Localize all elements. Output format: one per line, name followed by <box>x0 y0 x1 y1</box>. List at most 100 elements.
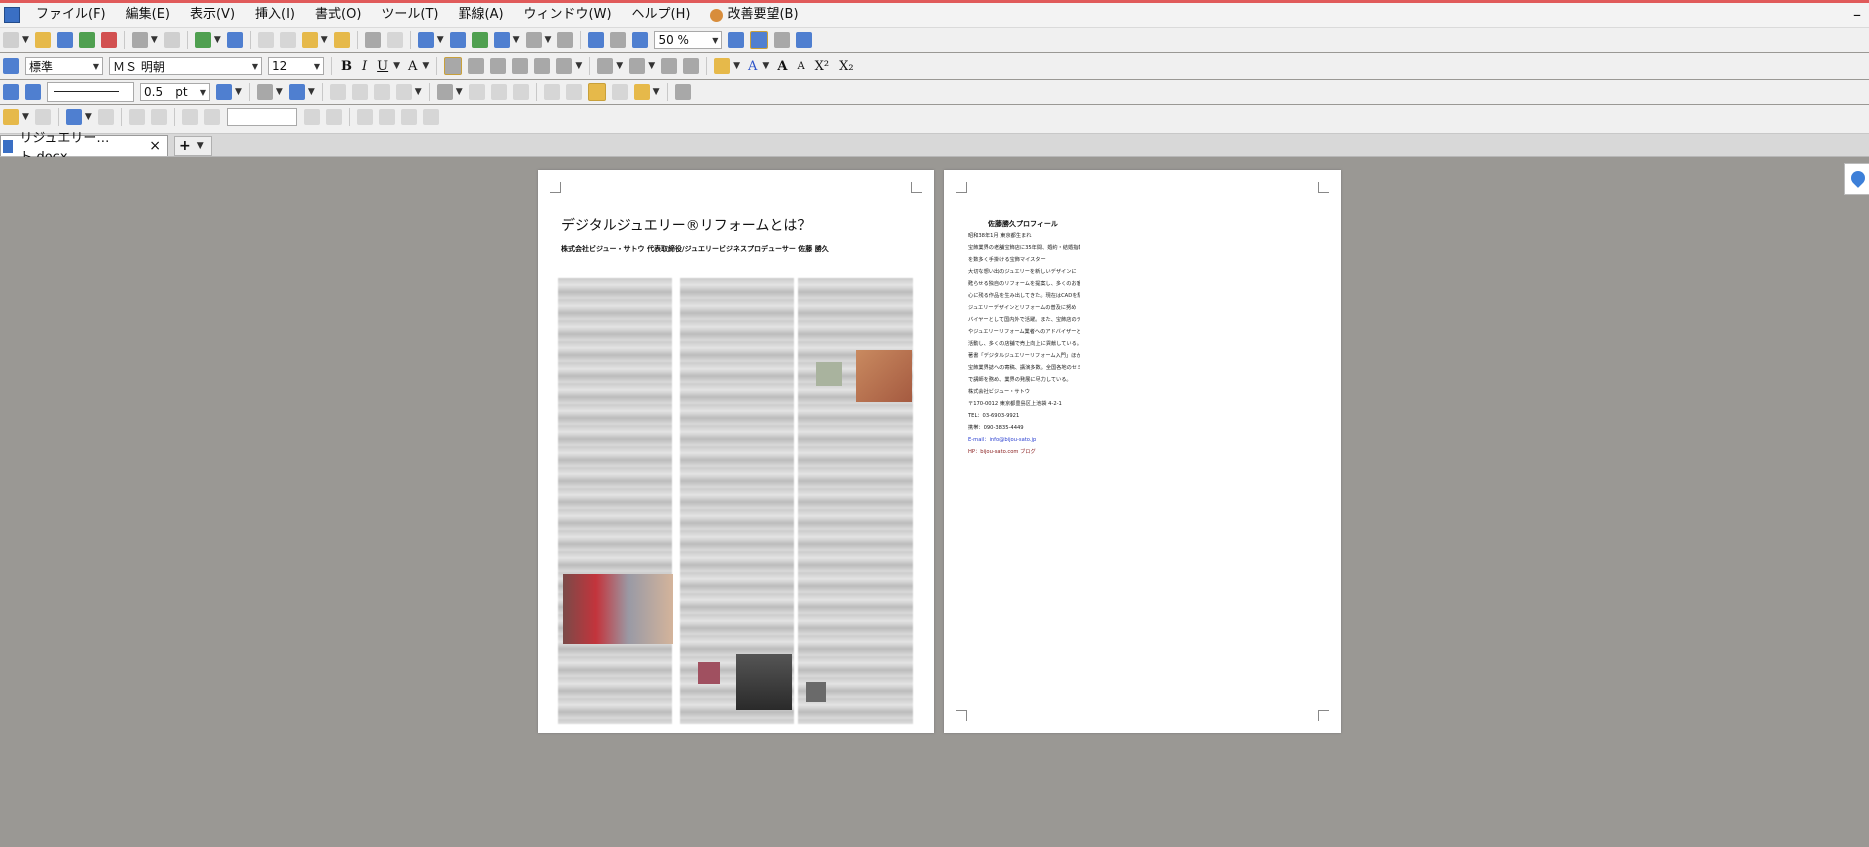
document-page-1[interactable]: デジタルジュエリー®リフォームとは？ 株式会社ビジュー・サトウ 代表取締役/ジュ… <box>538 170 934 733</box>
underline-dropdown-icon[interactable]: ▼ <box>393 61 400 71</box>
paste-dropdown-icon[interactable]: ▼ <box>321 35 328 45</box>
table-dropdown-icon[interactable]: ▼ <box>437 35 444 45</box>
cut-icon[interactable] <box>279 32 296 48</box>
page-view-2-icon[interactable] <box>378 109 395 125</box>
pdf-icon[interactable] <box>100 32 117 48</box>
columns-icon[interactable] <box>525 32 542 48</box>
save-icon[interactable] <box>56 32 73 48</box>
pen-color-icon[interactable] <box>216 84 232 100</box>
image-icon[interactable] <box>588 32 605 48</box>
bold-button[interactable]: B <box>341 59 352 74</box>
font-color-button[interactable]: A <box>748 59 757 74</box>
profile-email-link[interactable]: E-mail：info@bijou-sato.jp <box>968 434 1080 446</box>
navigator-dropdown-icon[interactable]: ▼ <box>85 112 92 122</box>
grow-font-button[interactable]: A <box>777 59 787 74</box>
line-spacing-icon[interactable] <box>556 58 573 74</box>
autofit-icon[interactable] <box>611 84 628 100</box>
font-size-select[interactable]: 12 ▼ <box>268 57 324 75</box>
insert-row-icon[interactable] <box>468 84 485 100</box>
copy-icon[interactable] <box>257 32 274 48</box>
undo-icon[interactable] <box>364 32 381 48</box>
app-icon[interactable] <box>4 7 20 23</box>
table-properties-icon[interactable] <box>3 84 19 100</box>
numbered-list-dropdown-icon[interactable]: ▼ <box>616 61 623 71</box>
bookmark-icon[interactable] <box>774 32 791 48</box>
zoom-select[interactable]: 50 % ▼ <box>654 31 723 49</box>
menu-tools[interactable]: ツール(T) <box>371 3 448 27</box>
table-style-icon[interactable] <box>633 84 650 100</box>
document-tab[interactable]: リジュエリー…ト.docx × <box>0 131 168 165</box>
fill-color-icon[interactable] <box>288 84 305 100</box>
numbered-list-icon[interactable] <box>597 58 614 74</box>
outline-icon[interactable] <box>97 109 114 125</box>
char-style-button[interactable]: A <box>408 59 417 74</box>
menu-ruled-lines[interactable]: 罫線(A) <box>449 3 514 27</box>
line-width-select[interactable]: 0.5 pt ▼ <box>140 83 210 101</box>
view-mode-icon[interactable] <box>750 31 769 49</box>
borders-dropdown-icon[interactable]: ▼ <box>276 87 283 97</box>
page-number-input[interactable] <box>226 108 297 126</box>
table-format-dropdown-icon[interactable]: ▼ <box>415 87 422 97</box>
split-table-icon[interactable] <box>373 84 390 100</box>
show-grid-icon[interactable] <box>587 83 606 101</box>
style-icon[interactable] <box>3 58 19 74</box>
menu-improvement-request[interactable]: 改善要望(B) <box>700 3 808 27</box>
menu-view[interactable]: 表示(V) <box>180 3 245 27</box>
comment-icon[interactable] <box>128 109 145 125</box>
find-replace-icon[interactable] <box>194 32 211 48</box>
shrink-font-button[interactable]: A <box>797 61 804 72</box>
redo-icon[interactable] <box>386 32 403 48</box>
table-style-dropdown-icon[interactable]: ▼ <box>653 87 660 97</box>
print-dropdown-icon[interactable]: ▼ <box>151 35 158 45</box>
open-folder-icon[interactable] <box>34 32 51 48</box>
new-tab-dropdown-icon[interactable]: ▼ <box>197 141 204 151</box>
help-icon[interactable] <box>796 32 813 48</box>
font-select[interactable]: ＭＳ 明朝 ▼ <box>109 57 262 75</box>
print-preview-icon[interactable] <box>163 32 180 48</box>
menu-file[interactable]: ファイル(F) <box>26 3 116 27</box>
pen-color-dropdown-icon[interactable]: ▼ <box>235 87 242 97</box>
hyperlink-icon[interactable] <box>471 32 488 48</box>
note-icon[interactable] <box>150 109 167 125</box>
find-dropdown-icon[interactable]: ▼ <box>214 35 221 45</box>
insert-column-icon[interactable] <box>490 84 507 100</box>
page-view-1-icon[interactable] <box>356 109 373 125</box>
style-select[interactable]: 標準 ▼ <box>25 57 103 75</box>
location-pin-button[interactable] <box>1844 163 1869 195</box>
previous-page-icon[interactable] <box>203 109 220 125</box>
char-style-dropdown-icon[interactable]: ▼ <box>422 61 429 71</box>
menu-help[interactable]: ヘルプ(H) <box>622 3 701 27</box>
insert-table-icon[interactable] <box>417 32 434 48</box>
format-painter-icon[interactable] <box>333 32 350 48</box>
new-dropdown-icon[interactable]: ▼ <box>22 35 29 45</box>
decrease-indent-icon[interactable] <box>661 58 678 74</box>
highlight-dropdown-icon[interactable]: ▼ <box>733 61 740 71</box>
folder-dropdown-icon[interactable]: ▼ <box>22 112 29 122</box>
page-layout-icon[interactable] <box>226 32 243 48</box>
paste-icon[interactable] <box>301 32 318 48</box>
italic-button[interactable]: I <box>362 59 367 74</box>
bullet-list-icon[interactable] <box>629 58 646 74</box>
font-color-dropdown-icon[interactable]: ▼ <box>762 61 769 71</box>
minimize-button[interactable]: – <box>1853 5 1861 24</box>
folder-icon[interactable] <box>3 109 19 125</box>
navigator-icon[interactable] <box>65 109 82 125</box>
select-table-icon[interactable] <box>674 84 691 100</box>
merge-cells-icon[interactable] <box>329 84 346 100</box>
menu-format[interactable]: 書式(O) <box>305 3 371 27</box>
first-page-icon[interactable] <box>181 109 198 125</box>
document-workspace[interactable] <box>0 157 1869 847</box>
menu-window[interactable]: ウィンドウ(W) <box>514 3 622 27</box>
bullet-list-dropdown-icon[interactable]: ▼ <box>648 61 655 71</box>
document-page-2[interactable]: 佐藤勝久プロフィール 昭和38年1月 東京都生まれ 宝飾業界の老舗宝飾店に35年… <box>944 170 1341 733</box>
page-view-3-icon[interactable] <box>400 109 417 125</box>
align-right-icon[interactable] <box>490 58 507 74</box>
delete-icon[interactable] <box>512 84 529 100</box>
menu-edit[interactable]: 編集(E) <box>116 3 180 27</box>
profile-hp-link[interactable]: HP：bijou-sato.com ブログ <box>968 446 1080 458</box>
insert-table-dropdown-icon[interactable]: ▼ <box>456 87 463 97</box>
fill-dropdown-icon[interactable]: ▼ <box>308 87 315 97</box>
insert-frame-icon[interactable] <box>493 32 510 48</box>
frame-dropdown-icon[interactable]: ▼ <box>513 35 520 45</box>
split-cells-icon[interactable] <box>351 84 368 100</box>
